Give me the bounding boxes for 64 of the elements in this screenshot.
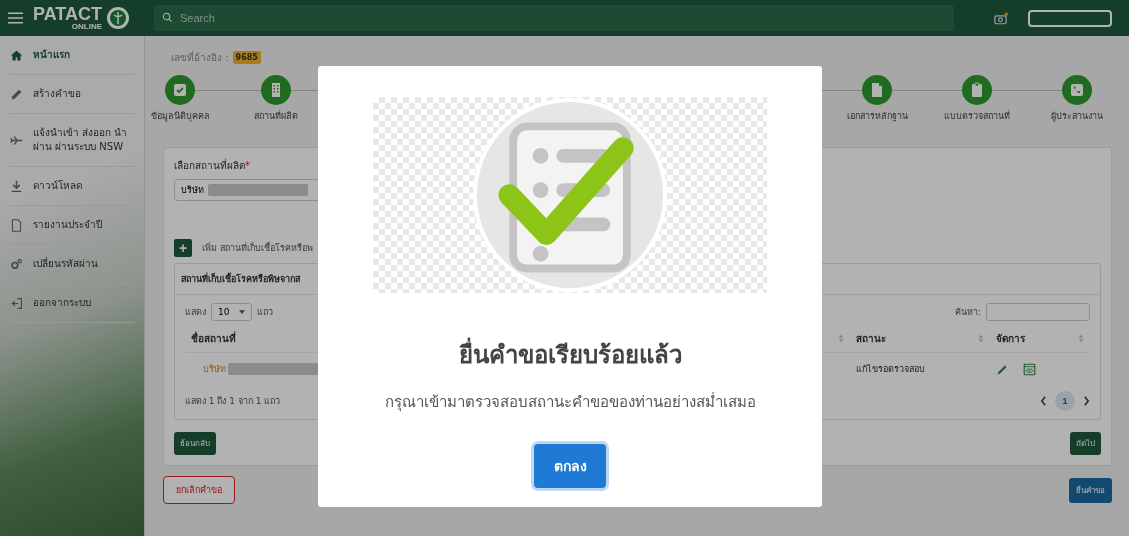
sort-icon[interactable]	[978, 334, 984, 343]
sidebar-item[interactable]: หน้าแรก	[10, 36, 134, 75]
logout-icon	[10, 296, 23, 310]
sidebar-item[interactable]: รายงานประจำปี	[10, 206, 134, 245]
field-label: เลือกสถานที่ผลิต*	[174, 158, 251, 173]
dialog-title: ยื่นคำขอเรียบร้อยแล้ว	[458, 335, 682, 374]
sidebar-item[interactable]: เปลี่ยนรหัสผ่าน	[10, 245, 134, 284]
column-header[interactable]: จัดการ	[990, 325, 1090, 353]
next-button[interactable]: ถัดไป	[1070, 432, 1101, 455]
caret-icon	[239, 310, 246, 314]
search-field[interactable]: Search	[154, 5, 954, 31]
gears-icon	[10, 257, 23, 271]
sidebar-item[interactable]: แจ้งนำเข้า ส่งออก นำผ่าน ผ่านระบบ NSW	[10, 114, 134, 167]
step-label: แบบตรวจสถานที่	[944, 109, 1010, 123]
phone-icon	[1069, 82, 1085, 98]
pencil-icon	[10, 87, 23, 101]
download-icon	[10, 179, 23, 193]
home-icon	[10, 48, 23, 62]
step-label: สถานที่ผลิต	[254, 109, 298, 123]
step-circle[interactable]	[1062, 75, 1092, 105]
length-label: แถว	[257, 306, 274, 319]
step-circle[interactable]	[165, 75, 195, 105]
search-icon	[162, 12, 173, 23]
previous-page-icon[interactable]	[1040, 396, 1047, 406]
table-cell-text: แก้ไขรอตรวจสอบ	[856, 363, 925, 376]
dialog-message: กรุณาเข้ามาตรวจสอบสถานะคำขอของท่านอย่างสม่ำเสมอ	[384, 391, 756, 414]
column-header[interactable]: สถานะ	[850, 325, 990, 353]
table-search-field[interactable]	[986, 303, 1090, 321]
ok-button[interactable]: ตกลง	[534, 444, 606, 488]
step-circle[interactable]	[862, 75, 892, 105]
clipboard-icon	[969, 82, 985, 98]
submit-request-button[interactable]: ยื่นคำขอ	[1069, 477, 1112, 503]
page-button[interactable]: 1	[1055, 391, 1075, 411]
cancel-request-button[interactable]: ยกเลิกคำขอ	[163, 476, 235, 504]
checkbox-icon	[172, 82, 188, 98]
sort-icon[interactable]	[838, 334, 844, 343]
logo-subtitle: ONLINE	[71, 23, 102, 31]
step-label: เอกสารหลักฐาน	[846, 110, 908, 123]
emblem-icon	[106, 6, 130, 30]
camera-icon[interactable]	[994, 11, 1008, 25]
search-label: ค้นหา:	[954, 306, 981, 319]
add-button[interactable]: +	[174, 239, 192, 257]
sidebar-item[interactable]: ดาวน์โหลด	[10, 167, 134, 206]
add-link[interactable]: เพิ่ม สถานที่เก็บเชื้อโรคหรือพ	[202, 241, 313, 255]
reference-label: เลขที่อ้างอิง :	[171, 50, 229, 65]
next-page-icon[interactable]	[1083, 396, 1090, 406]
table-info: แสดง 1 ถึง 1 จาก 1 แถว	[185, 395, 281, 408]
reference-number-badge: 9685	[232, 51, 261, 64]
step-label: ข้อมูลนิติบุคคล	[150, 110, 210, 123]
logo-title: PATACT	[33, 5, 102, 23]
sort-icon[interactable]	[1078, 334, 1084, 343]
menu-icon[interactable]	[8, 12, 23, 24]
step-label: ผู้ประสานงาน	[1051, 110, 1103, 123]
page-size-select[interactable]: 10	[211, 303, 253, 321]
airplane-icon	[10, 133, 23, 147]
sidebar-item[interactable]: สร้างคำขอ	[10, 75, 134, 114]
step-circle[interactable]	[261, 75, 291, 105]
document-icon	[10, 218, 23, 232]
back-button[interactable]: ย้อนกลับ	[174, 432, 216, 455]
step-circle[interactable]	[962, 75, 992, 105]
view-icon[interactable]	[1023, 362, 1036, 376]
sidebar-item[interactable]: ออกจากระบบ	[10, 284, 134, 323]
document-icon	[869, 82, 885, 98]
length-label: แสดง	[185, 306, 206, 319]
